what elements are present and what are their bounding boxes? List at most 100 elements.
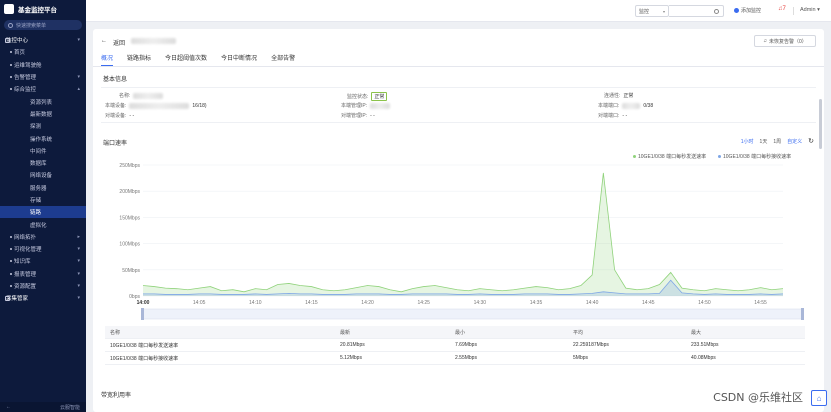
port-rate-table: 名称 最新 最小 平均 最大 10GE1/0/38 端口每秒发送速率 20.81Mbps 7.… [105,326,805,365]
sidebar-item-label: 资源列表 [30,99,53,106]
chevron-icon: ▾ [77,258,80,265]
table-cell: 5Mbps [573,355,589,361]
table-cell: 22.259187Mbps [573,342,609,348]
search-icon[interactable] [714,9,719,14]
sidebar-item-label: 资源配置 [14,284,37,291]
content-scrollbar[interactable] [819,99,822,149]
menu-search-placeholder: 快速搜索菜单 [16,22,47,29]
sidebar-logo-row: 基金监控平台 [0,0,86,18]
menu-search-input[interactable]: 快速搜索菜单 [4,20,82,30]
top-bar: 监控 ▾ 添加监控 ♫7 Admin ▾ [86,0,831,22]
content-card: ← 返回 ♫ 未恢复告警（0） 概况 链路指标 今日超阈值次数 今日中断情况 全部告警 … [93,29,824,412]
sidebar-item-18[interactable]: 知识库 ▾ [0,255,86,267]
table-cell: 20.81Mbps [340,342,365,348]
table-row: 10GE1/0/38 端口每秒接收速率 5.12Mbps 2.55Mbps 5Mbps… [105,352,805,365]
sidebar-item-label: 报表管理 [14,271,37,278]
sidebar-footer: ← 云服智能 [0,402,86,412]
table-header-row: 名称 最新 最小 平均 最大 [105,326,805,339]
range-slider-handle-right [801,308,804,320]
sidebar-item-label: 首页 [14,50,26,57]
sidebar-item-10[interactable]: 数据库 [0,157,86,169]
table-header-cell[interactable]: 平均 [568,329,686,336]
sidebar-item-label: 中间件 [30,148,47,155]
x-tick-label: 14:50 [698,300,711,306]
sidebar-footer-brand: 云服智能 [59,404,80,411]
sidebar-item-17[interactable]: 可视化管理 ▾ [0,243,86,255]
sidebar-item-label: 网络拓扑 [14,234,37,241]
collapse-sidebar-icon[interactable]: ← [6,404,11,410]
sidebar-item-3[interactable]: 告警管理 ▾ [0,71,86,83]
sidebar-item-7[interactable]: 探测 [0,120,86,132]
plus-circle-icon [734,8,739,13]
add-monitor-button[interactable]: 添加监控 [734,7,761,14]
table-header-cell[interactable]: 名称 [105,329,335,336]
sidebar-item-label: 虚拟化 [30,222,47,229]
search-icon [8,22,13,28]
sidebar-item-19[interactable]: 报表管理 ▾ [0,268,86,280]
y-tick-label: 150Mbps [119,215,140,221]
sidebar-item-label: 链路 [30,210,42,217]
sidebar-item-15[interactable]: 虚拟化 [0,218,86,230]
sidebar-item-label: 最新数据 [30,111,53,118]
table-cell: 40.08Mbps [691,355,716,361]
sidebar-item-21[interactable]: 采集管家 ▾ [0,292,86,304]
bandwidth-utilization-title: 带宽利用率 [101,393,132,399]
sidebar-item-13[interactable]: 存储 [0,194,86,206]
chevron-down-icon: ▾ [662,8,665,14]
x-tick-label: 14:15 [305,300,318,306]
x-tick-label: 14:10 [249,300,262,306]
sidebar-item-4[interactable]: 综合监控 ▴ [0,83,86,95]
x-tick-label: 14:55 [754,300,767,306]
bullet-icon [10,76,12,79]
sidebar-item-9[interactable]: 中间件 [0,145,86,157]
sidebar-item-label: 数据库 [30,161,47,168]
search-scope-value: 监控 [639,8,650,15]
global-search-input[interactable] [669,5,724,17]
chevron-icon: ▾ [77,246,80,253]
series-line-0 [142,172,784,293]
sidebar-item-2[interactable]: 运维驾驶舱 [0,59,86,71]
sidebar: 基金监控平台 快速搜索菜单 监控中心 ▾ 首页运维驾驶舱告警管理 ▾ 综合监控 ▴ 资源列表… [0,0,86,412]
table-cell: 2.55Mbps [455,355,477,361]
sidebar-item-6[interactable]: 最新数据 [0,108,86,120]
bullet-icon [10,51,12,54]
sidebar-item-8[interactable]: 操作系统 [0,132,86,144]
watermark: CSDN @乐维社区 [713,391,803,404]
table-header-cell[interactable]: 最新 [335,329,450,336]
bullet-icon [10,88,12,91]
table-row: 10GE1/0/38 端口每秒发送速率 20.81Mbps 7.69Mbps 22.2… [105,339,805,352]
sidebar-item-label: 探测 [30,124,42,131]
notification-button[interactable]: ♫7 [778,6,786,12]
table-cell: 7.69Mbps [455,342,477,348]
user-name: Admin [800,7,816,13]
sidebar-item-0[interactable]: 监控中心 ▾ [0,34,86,46]
sidebar-item-20[interactable]: 资源配置 ▾ [0,280,86,292]
sidebar-item-label: 综合监控 [14,87,37,94]
bullet-icon [10,248,12,251]
add-monitor-label: 添加监控 [741,8,762,14]
table-header-cell[interactable]: 最小 [450,329,568,336]
search-scope-select[interactable]: 监控 ▾ [635,5,669,17]
x-tick-label: 14:00 [137,300,150,306]
bullet-icon [10,285,12,288]
sidebar-item-label: 运维驾驶舱 [14,62,42,69]
table-header-cell[interactable]: 最大 [686,329,805,336]
sidebar-item-12[interactable]: 服务器 [0,182,86,194]
chevron-icon: ▸ [77,233,80,240]
range-slider [142,308,804,320]
sidebar-item-label: 存储 [30,198,42,204]
x-tick-label: 14:30 [474,300,487,306]
table-cell: 10GE1/0/38 端口每秒发送速率 [110,342,179,349]
app-title: 基金监控平台 [18,7,57,14]
home-icon[interactable]: ⌂ [811,390,827,406]
sidebar-item-label: 知识库 [14,259,31,266]
sidebar-item-label: 网络设备 [30,173,53,180]
sidebar-item-11[interactable]: 网络设备 [0,169,86,181]
sidebar-item-14[interactable]: 链路 [0,206,86,219]
table-cell: 5.12Mbps [340,355,362,361]
menu-group-icon [5,295,10,301]
sidebar-item-16[interactable]: 网络拓扑 ▸ [0,231,86,243]
sidebar-item-5[interactable]: 资源列表 [0,95,86,107]
user-menu[interactable]: Admin ▾ [800,7,820,13]
sidebar-item-1[interactable]: 首页 [0,46,86,58]
